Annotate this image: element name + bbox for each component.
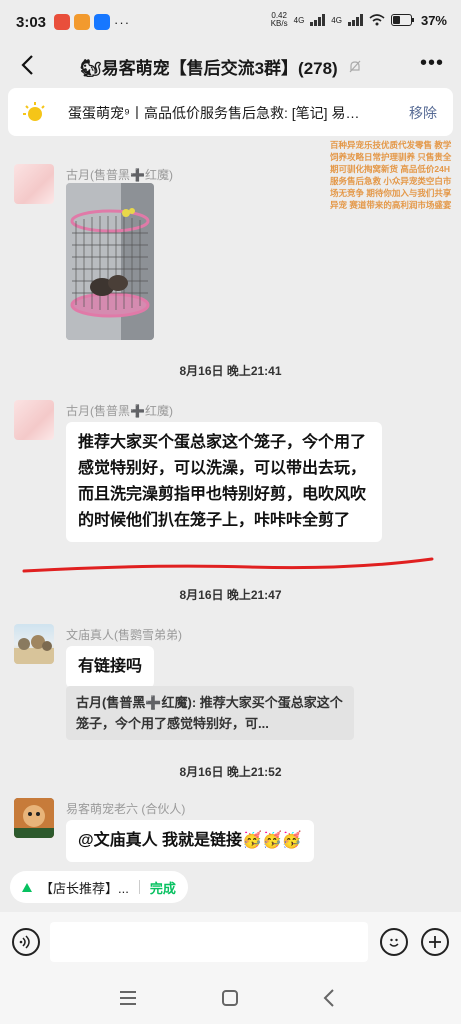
more-button[interactable]: ••• xyxy=(417,50,447,80)
mini-program-icon xyxy=(22,882,32,892)
battery-percent: 37% xyxy=(420,12,447,28)
more-notifications-icon: ··· xyxy=(114,14,131,30)
done-button[interactable]: 完成 xyxy=(150,878,176,897)
timestamp: 8月16日 晚上21:52 xyxy=(179,765,282,779)
chevron-left-icon xyxy=(21,55,33,75)
alipay-icon xyxy=(94,14,111,30)
shop-tag-label: 【店长推荐】... xyxy=(40,880,129,896)
ellipsis-icon: ••• xyxy=(419,52,444,74)
sender-name: 古月(售普黑➕红魔) xyxy=(66,404,173,418)
plus-button[interactable] xyxy=(421,928,449,956)
signal-icon-2: 4G xyxy=(331,15,342,25)
signal-bars-icon xyxy=(310,14,326,26)
pinned-text: 蛋蛋萌宠⁹丨高品低价服务售后急救: [笔记] 易客... xyxy=(68,105,368,121)
group-watermark-text: 百种异宠乐技优质代发零售 教学饲养攻略日常护理驯养 只售贵全期可驯化掏窝新货 高… xyxy=(330,140,452,210)
bell-off-icon xyxy=(348,60,362,77)
smiley-icon xyxy=(389,938,399,947)
chat-header: 🐿易客萌宠【售后交流3群】(278) ••• xyxy=(0,44,461,86)
message-list[interactable]: 百种异宠乐技优质代发零售 教学饲养攻略日常护理驯养 只售贵全期可驯化掏窝新货 高… xyxy=(0,136,461,863)
chat-title[interactable]: 🐿易客萌宠【售后交流3群】(278) xyxy=(80,54,371,79)
avatar[interactable] xyxy=(14,798,54,838)
timestamp: 8月16日 晚上21:41 xyxy=(179,364,282,378)
menu-icon[interactable] xyxy=(116,986,140,1010)
plus-icon xyxy=(429,936,441,948)
app-notification-icon xyxy=(54,14,71,30)
avatar[interactable] xyxy=(14,624,54,664)
cage-photo[interactable] xyxy=(66,183,154,340)
sun-speaker-icon xyxy=(23,102,45,121)
message-bubble[interactable]: 有链接吗 xyxy=(66,646,155,688)
avatar[interactable] xyxy=(14,400,54,440)
pinned-message-bar[interactable]: 蛋蛋萌宠⁹丨高品低价服务售后急救: [笔记] 易客... 移除 xyxy=(8,88,453,136)
avatar[interactable] xyxy=(14,164,54,204)
sender-name: 文庙真人(售鹦雪弟弟) xyxy=(66,628,182,642)
voice-icon xyxy=(19,935,30,949)
app-notification-icon xyxy=(74,14,91,30)
signal-icon: 4G xyxy=(293,15,305,25)
quoted-message[interactable]: 古月(售普黑➕红魔): 推荐大家买个蛋总家这个笼子，今个用了感觉特别好，可... xyxy=(66,686,354,740)
back-button[interactable] xyxy=(12,50,42,80)
status-time: 3:03 xyxy=(16,13,47,31)
net-speed: 0.42 KB/s xyxy=(270,11,288,28)
sender-name: 易客萌宠老六 (合伙人) xyxy=(66,802,186,816)
home-icon[interactable] xyxy=(218,986,242,1010)
system-navigation-bar xyxy=(0,972,461,1024)
back-nav-icon[interactable] xyxy=(318,986,342,1010)
battery-icon xyxy=(390,14,414,26)
status-indicators: 0.42 KB/s 4G 4G 37% xyxy=(271,12,447,28)
emoji-button[interactable] xyxy=(380,928,408,956)
message-bubble[interactable]: 推荐大家买个蛋总家这个笼子，今个用了感觉特别好，可以洗澡，可以带出去玩，而且洗完… xyxy=(66,422,382,542)
signal-bars-icon xyxy=(347,14,363,26)
cage-image xyxy=(66,183,154,340)
remove-pin-button[interactable]: 移除 xyxy=(409,103,437,123)
sender-name: 古月(售普黑➕红魔) xyxy=(66,168,173,182)
group-name: 🐿易客萌宠【售后交流3群】(278) xyxy=(80,59,338,78)
message-bubble[interactable]: @文庙真人 我就是链接🥳🥳🥳 xyxy=(66,820,314,862)
divider xyxy=(138,880,140,894)
shop-recommendation-tag[interactable]: 【店长推荐】... 完成 xyxy=(10,871,188,903)
status-bar: 3:03 ··· 0.42 KB/s 4G 4G 37% xyxy=(0,0,461,44)
wifi-icon xyxy=(369,14,385,26)
voice-button[interactable] xyxy=(12,928,40,956)
message-input[interactable] xyxy=(50,922,368,962)
timestamp: 8月16日 晚上21:47 xyxy=(179,588,282,602)
input-bar xyxy=(0,912,461,972)
red-underline-annotation xyxy=(22,557,434,573)
